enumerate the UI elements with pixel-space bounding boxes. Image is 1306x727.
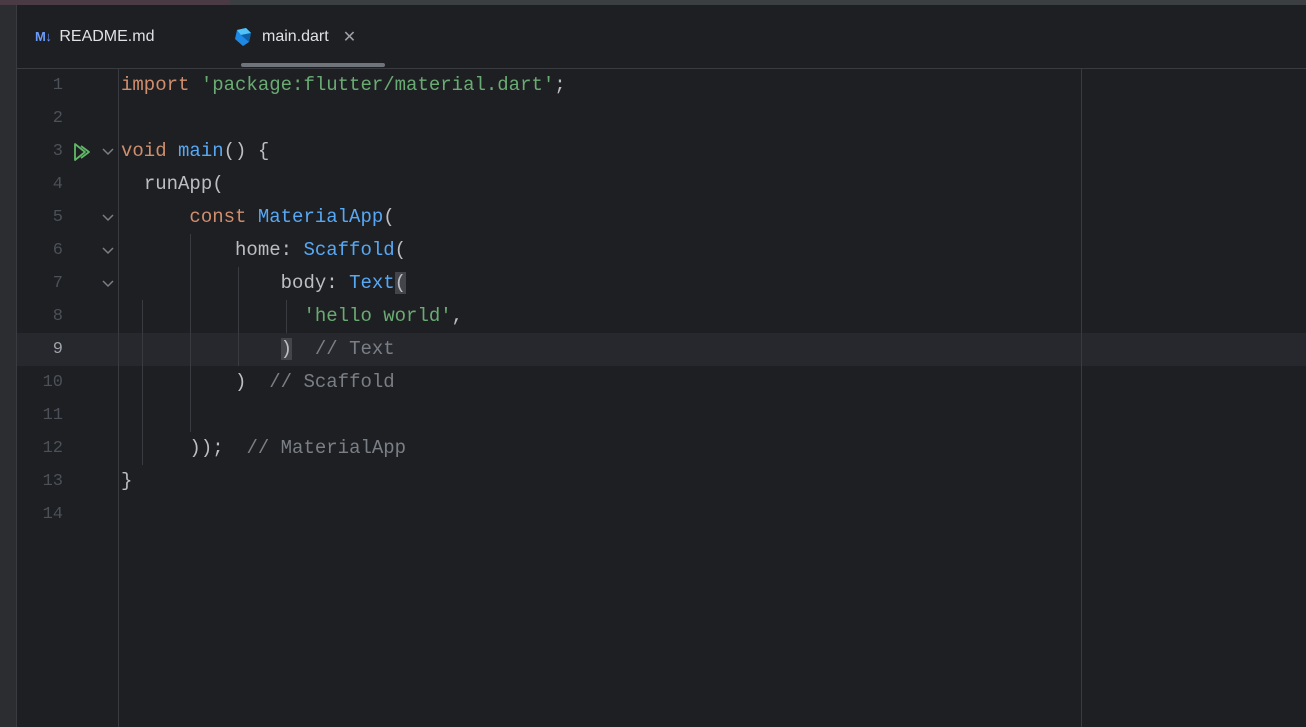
dart-icon	[235, 27, 251, 46]
code-text[interactable]: body: Text(	[121, 267, 407, 300]
code-text[interactable]: 'hello world',	[121, 300, 463, 333]
token: home:	[235, 239, 304, 261]
line-number[interactable]: 9	[17, 333, 63, 366]
token-cmt: // MaterialApp	[246, 437, 407, 459]
code-text[interactable]: import 'package:flutter/material.dart';	[121, 69, 566, 102]
code-line[interactable]: 12 )); // MaterialApp	[17, 432, 1306, 465]
indent-guide	[190, 234, 191, 432]
token: }	[121, 470, 133, 492]
code-line[interactable]: 2	[17, 102, 1306, 135]
token-cls: Scaffold	[303, 239, 395, 261]
tab-readme[interactable]: M↓ README.md	[35, 5, 154, 68]
markdown-icon: M↓	[35, 29, 52, 44]
token-str: 'hello world'	[303, 305, 452, 327]
tab-label: main.dart	[262, 27, 329, 45]
tab-main-dart[interactable]: main.dart ✕	[232, 5, 356, 68]
code-text[interactable]: home: Scaffold(	[121, 234, 406, 267]
token: )	[235, 371, 247, 393]
fold-chevron-icon[interactable]	[101, 277, 115, 291]
run-icon[interactable]	[72, 142, 92, 162]
line-number[interactable]: 6	[17, 234, 63, 267]
line-number[interactable]: 13	[17, 465, 63, 498]
token-kw: const	[189, 206, 247, 228]
line-number[interactable]: 10	[17, 366, 63, 399]
code-text[interactable]: }	[121, 465, 132, 498]
code-text[interactable]: ) // Text	[121, 333, 395, 366]
fold-chevron-icon[interactable]	[101, 211, 115, 225]
line-number[interactable]: 4	[17, 168, 63, 201]
editor-tab-bar: M↓ README.md main.dart ✕	[17, 5, 1306, 69]
tab-label: README.md	[59, 27, 155, 45]
line-number[interactable]: 1	[17, 69, 63, 102]
token: ,	[451, 305, 464, 327]
token-cls: Text	[349, 272, 395, 294]
code-line[interactable]: 8 'hello world',	[17, 300, 1306, 333]
token: (	[383, 206, 395, 228]
token-str: 'package:flutter/material.dart'	[200, 74, 555, 96]
indent-guide	[238, 267, 239, 366]
code-line[interactable]: 10 ) // Scaffold	[17, 366, 1306, 399]
code-line[interactable]: 6 home: Scaffold(	[17, 234, 1306, 267]
code-text[interactable]: runApp(	[121, 168, 224, 201]
indent-guide	[286, 300, 287, 333]
code-line[interactable]: 4 runApp(	[17, 168, 1306, 201]
line-number[interactable]: 7	[17, 267, 63, 300]
active-tab-indicator	[241, 63, 385, 67]
code-line[interactable]: 7 body: Text(	[17, 267, 1306, 300]
code-line[interactable]: 11	[17, 399, 1306, 432]
code-line[interactable]: 13}	[17, 465, 1306, 498]
code-text[interactable]: const MaterialApp(	[121, 201, 395, 234]
token: ;	[554, 74, 566, 96]
left-tool-strip	[0, 5, 17, 727]
token-cls: MaterialApp	[257, 206, 384, 228]
code-line[interactable]: 9 ) // Text	[17, 333, 1306, 366]
token: ));	[189, 437, 224, 459]
fold-chevron-icon[interactable]	[101, 145, 115, 159]
matched-brace: (	[394, 272, 407, 294]
line-number[interactable]: 14	[17, 498, 63, 531]
line-number[interactable]: 12	[17, 432, 63, 465]
code-line[interactable]: 1 import 'package:flutter/material.dart';	[17, 69, 1306, 102]
line-number[interactable]: 3	[17, 135, 63, 168]
matched-brace: )	[280, 338, 293, 360]
line-number[interactable]: 11	[17, 399, 63, 432]
gutter-separator	[118, 69, 119, 727]
code-text[interactable]: ) // Scaffold	[121, 366, 395, 399]
token: (	[394, 239, 407, 261]
right-margin-guide	[1081, 69, 1082, 727]
token-kw: import	[121, 74, 190, 96]
token: runApp(	[143, 173, 224, 195]
token-fn: main	[178, 140, 224, 162]
line-number[interactable]: 2	[17, 102, 63, 135]
code-line[interactable]: 5 const MaterialApp(	[17, 201, 1306, 234]
token-cmt: // Scaffold	[269, 371, 395, 393]
code-text[interactable]: void main() {	[121, 135, 269, 168]
code-line[interactable]: 14	[17, 498, 1306, 531]
code-editor[interactable]: 1 import 'package:flutter/material.dart';…	[17, 69, 1306, 727]
indent-guide	[142, 300, 143, 465]
line-number[interactable]: 8	[17, 300, 63, 333]
code-text[interactable]: )); // MaterialApp	[121, 432, 406, 465]
token-kw: void	[121, 140, 167, 162]
token-cmt: // Text	[314, 338, 395, 360]
line-number[interactable]: 5	[17, 201, 63, 234]
close-icon[interactable]: ✕	[343, 27, 356, 47]
token: () {	[223, 140, 270, 162]
code-line[interactable]: 3 void main() {	[17, 135, 1306, 168]
fold-chevron-icon[interactable]	[101, 244, 115, 258]
token: body:	[280, 272, 350, 294]
